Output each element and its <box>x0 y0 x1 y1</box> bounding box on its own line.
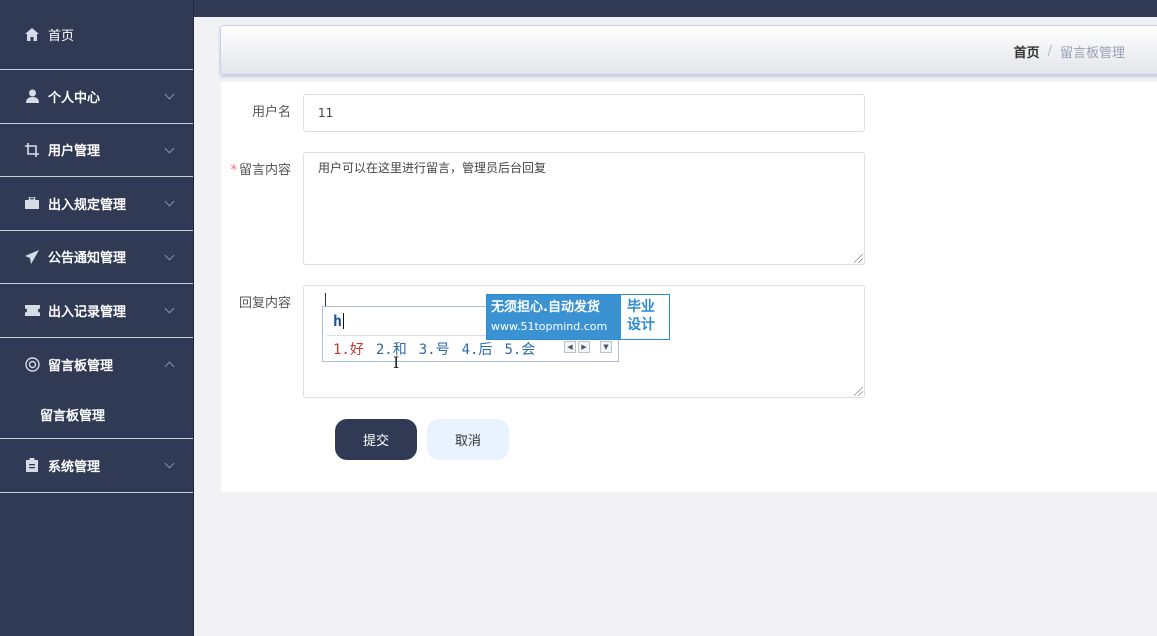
sidebar-item-label: 公告通知管理 <box>48 251 127 267</box>
chevron-down-icon <box>164 196 175 207</box>
breadcrumb-current: 留言板管理 <box>1059 46 1125 61</box>
ime-candidate[interactable]: 4.后 <box>462 342 493 358</box>
chevron-down-icon <box>164 303 175 314</box>
resize-handle-icon[interactable] <box>854 387 863 396</box>
ime-caret <box>343 313 345 329</box>
username-label: 用户名 <box>251 105 291 120</box>
sidebar-item-system[interactable]: 系统管理 <box>0 439 193 493</box>
message-label: * 留言内容 <box>230 163 291 178</box>
sidebar-item-label: 出入记录管理 <box>48 304 127 320</box>
message-text: 用户可以在这里进行留言，管理员后台回复 <box>318 161 547 175</box>
person-icon <box>24 88 40 104</box>
username-row: 用户名 11 <box>221 94 865 132</box>
crop-icon <box>24 142 40 158</box>
breadcrumb-separator: / <box>1047 44 1052 59</box>
sidebar-subitem-message-board[interactable]: 留言板管理 <box>0 391 193 439</box>
message-row: * 留言内容 用户可以在这里进行留言，管理员后台回复 <box>221 152 865 265</box>
sidebar-item-label: 个人中心 <box>48 90 101 106</box>
chevron-down-icon <box>164 458 175 469</box>
ime-ad-title: 无须担心.自动发货 <box>491 300 600 315</box>
sidebar-item-access-records[interactable]: 出入记录管理 <box>0 284 193 338</box>
ime-candidate[interactable]: 5.会 <box>504 342 535 358</box>
ticket-icon <box>24 302 40 318</box>
message-form: 用户名 11 * 留言内容 用户可以在这里进行留言，管理员后台回复 回复内容 提交… <box>221 82 1157 492</box>
cancel-button[interactable]: 取消 <box>427 419 509 460</box>
ime-candidate[interactable]: 1.好 <box>333 342 364 358</box>
ime-ad-left: 无须担心.自动发货 www.51topmind.com <box>487 295 621 339</box>
sidebar-item-label: 系统管理 <box>48 459 101 475</box>
resize-handle-icon[interactable] <box>854 254 863 263</box>
reply-label: 回复内容 <box>238 296 291 311</box>
sidebar-item-announcements[interactable]: 公告通知管理 <box>0 231 193 284</box>
ime-nav: ◀ ▶ ▼ <box>564 341 612 353</box>
ime-prev-icon[interactable]: ◀ <box>564 341 576 353</box>
sidebar-item-label: 留言板管理 <box>48 358 114 374</box>
clipboard-icon <box>24 457 40 473</box>
ime-ad-url: www.51topmind.com <box>491 320 608 333</box>
text-cursor-icon: I <box>393 353 400 372</box>
send-icon <box>24 249 40 265</box>
sidebar-item-label: 出入规定管理 <box>48 197 127 213</box>
sidebar-item-access-rules[interactable]: 出入规定管理 <box>0 177 193 231</box>
sidebar-item-message-board[interactable]: 留言板管理 <box>0 338 193 392</box>
ime-candidates: 1.好 2.和 3.号 4.后 5.会 <box>333 339 547 359</box>
ime-ad-right: 毕业 设计 <box>621 295 669 339</box>
submit-button[interactable]: 提交 <box>335 419 417 460</box>
sidebar: 首页 个人中心 用户管理 出入规定管理 公告通知管理 出入记录管理 留言板管理 … <box>0 0 194 636</box>
breadcrumb: 首页 / 留言板管理 <box>1014 42 1125 61</box>
chevron-down-icon <box>164 89 175 100</box>
ime-ad-banner[interactable]: 无须担心.自动发货 www.51topmind.com 毕业 设计 <box>486 294 670 340</box>
ime-next-icon[interactable]: ▶ <box>578 341 590 353</box>
lifebuoy-icon <box>24 356 40 372</box>
ime-ad-side-line2: 设计 <box>627 317 655 333</box>
chevron-down-icon <box>164 143 175 154</box>
sidebar-item-personal-center[interactable]: 个人中心 <box>0 70 193 124</box>
breadcrumb-home[interactable]: 首页 <box>1014 42 1040 61</box>
sidebar-item-home[interactable]: 首页 <box>0 0 193 70</box>
username-input[interactable]: 11 <box>303 94 865 132</box>
briefcase-icon <box>24 195 40 211</box>
home-icon <box>24 27 40 43</box>
chevron-down-icon <box>164 250 175 261</box>
breadcrumb-bar: 首页 / 留言板管理 <box>220 25 1157 75</box>
required-mark: * <box>230 163 237 178</box>
sidebar-item-user-management[interactable]: 用户管理 <box>0 124 193 177</box>
ime-menu-icon[interactable]: ▼ <box>600 341 612 353</box>
ime-ad-side-line1: 毕业 <box>627 299 655 315</box>
chevron-up-icon <box>164 361 175 372</box>
ime-candidate[interactable]: 3.号 <box>419 342 450 358</box>
sidebar-item-label: 首页 <box>48 29 75 44</box>
message-textarea[interactable]: 用户可以在这里进行留言，管理员后台回复 <box>303 152 865 265</box>
ime-composition: h <box>333 312 345 330</box>
sidebar-item-label: 用户管理 <box>48 144 101 160</box>
text-caret <box>325 293 326 307</box>
